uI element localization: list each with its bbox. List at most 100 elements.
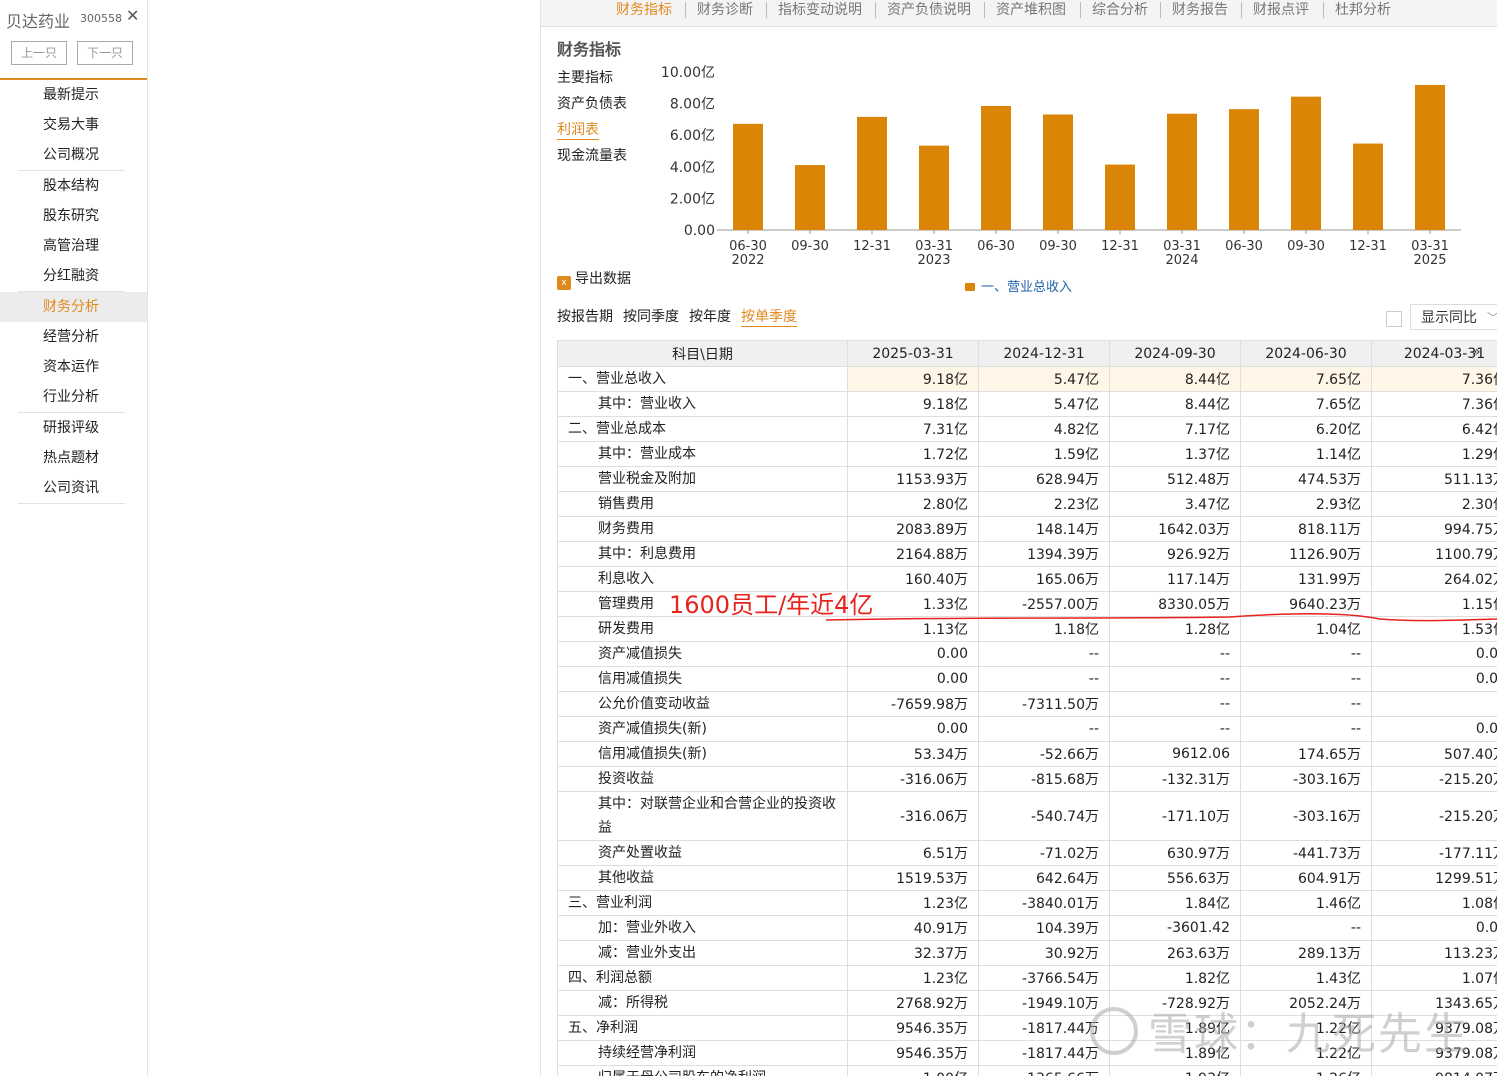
period-tab[interactable]: 按单季度 — [741, 306, 797, 327]
tab[interactable]: 指标变动说明 — [778, 0, 862, 20]
statement-link[interactable]: 利润表 — [557, 119, 599, 140]
table-row[interactable]: 二、营业总成本7.31亿4.82亿7.17亿6.20亿6.42亿 — [557, 416, 1497, 442]
y-tick-label: 4.00亿 — [670, 160, 715, 176]
more-columns-icon[interactable]: » — [1472, 344, 1481, 360]
cell-value: 630.97万 — [1109, 840, 1241, 866]
sidebar-item[interactable]: 公司资讯 — [0, 473, 147, 503]
cell-value: -316.06万 — [847, 791, 979, 841]
tab[interactable]: 综合分析 — [1092, 0, 1148, 20]
header-date[interactable]: 2024-12-31 — [978, 340, 1110, 367]
sidebar-item[interactable]: 分红融资 — [0, 261, 147, 291]
cell-value: 1.59亿 — [978, 441, 1110, 467]
tab[interactable]: 资产堆积图 — [996, 0, 1066, 20]
cell-value: 7.36亿 — [1371, 366, 1497, 392]
cell-value: -815.68万 — [978, 766, 1110, 792]
yoy-checkbox[interactable] — [1386, 311, 1402, 327]
export-data-button[interactable]: x 导出数据 — [557, 268, 631, 290]
watermark: 雪球：九死先生 — [1090, 998, 1470, 1062]
close-icon[interactable]: ✕ — [126, 6, 139, 25]
period-tab[interactable]: 按年度 — [689, 306, 731, 326]
sidebar: 贝达药业 300558 ✕ 上一只 下一只 最新提示 交易大事 公司概况 股本结构 股东… — [0, 0, 148, 1076]
table-row[interactable]: 营业税金及附加 1153.93万 628.94万 512.48万 474.53万 511.… — [557, 466, 1497, 492]
bar — [733, 123, 763, 230]
row-label: 其中：营业收入 — [557, 391, 848, 417]
cell-value: 1.43亿 — [1240, 965, 1372, 991]
sidebar-item[interactable]: 财务分析 — [0, 292, 147, 322]
table-row[interactable]: 归属于母公司股东的净利润1.00亿-1365.66万1.93亿1.26亿9814… — [557, 1065, 1497, 1076]
tab[interactable]: 资产负债说明 — [887, 0, 971, 20]
tab[interactable]: 财报点评 — [1253, 0, 1309, 20]
cell-value: 104.39万 — [978, 915, 1110, 941]
header-date[interactable]: 2025-03-31 — [847, 340, 979, 367]
table-row[interactable]: 销售费用2.80亿2.23亿3.47亿2.93亿2.30亿 — [557, 491, 1497, 517]
tab-separator — [1323, 2, 1324, 18]
header-date[interactable]: 2024-06-30 — [1240, 340, 1372, 367]
x-tick-label: 12-31 — [1349, 239, 1387, 254]
table-row[interactable]: 资产处置收益 6.51万 -71.02万 630.97万 -441.73万 -177.11… — [557, 840, 1497, 866]
tab[interactable]: 财务诊断 — [697, 0, 753, 20]
table-row[interactable]: 信用减值损失(新) 53.34万 -52.66万 9612.06 174.65万 507.… — [557, 741, 1497, 767]
row-label: 研发费用 — [557, 616, 848, 642]
sidebar-item[interactable]: 高管治理 — [0, 231, 147, 261]
sidebar-item[interactable]: 研报评级 — [0, 413, 147, 443]
sidebar-item[interactable]: 最新提示 — [0, 80, 147, 110]
period-tab[interactable]: 按同季度 — [623, 306, 679, 326]
cell-value: 7.36亿 — [1371, 391, 1497, 417]
header-date[interactable]: 2024-09-30 — [1109, 340, 1241, 367]
table-row[interactable]: 三、营业利润1.23亿-3840.01万1.84亿1.46亿1.08亿 — [557, 890, 1497, 916]
cell-value: -- — [1109, 716, 1241, 742]
tab[interactable]: 杜邦分析 — [1335, 0, 1391, 20]
table-row[interactable]: 其中：营业收入9.18亿5.47亿8.44亿7.65亿7.36亿 — [557, 391, 1497, 417]
sidebar-item[interactable]: 资本运作 — [0, 352, 147, 382]
table-row[interactable]: 其中：对联营企业和合营企业的投资收益 -316.06万 -540.74万 -171.1… — [557, 791, 1497, 841]
sidebar-item[interactable]: 公司概况 — [0, 140, 147, 170]
legend-label: 一、营业总收入 — [981, 280, 1072, 295]
table-row[interactable]: 财务费用 2083.89万 148.14万 1642.03万 818.11万 994.75… — [557, 516, 1497, 542]
cell-value: -303.16万 — [1240, 791, 1372, 841]
sidebar-item[interactable]: 行业分析 — [0, 382, 147, 412]
table-row[interactable]: 研发费用1.13亿1.18亿1.28亿1.04亿1.53亿 — [557, 616, 1497, 642]
table-row[interactable]: 其他收益 1519.53万 642.64万 556.63万 604.91万 1299.51… — [557, 865, 1497, 891]
cell-value: 512.48万 — [1109, 466, 1241, 492]
prev-stock-button[interactable]: 上一只 — [11, 41, 67, 65]
table-row[interactable]: 公允价值变动收益-7659.98万-7311.50万------ — [557, 691, 1497, 717]
table-row[interactable]: 加：营业外收入40.91万104.39万-3601.42--0.00 — [557, 915, 1497, 941]
sidebar-item[interactable]: 交易大事 — [0, 110, 147, 140]
period-tab[interactable]: 按报告期 — [557, 306, 613, 326]
table-row[interactable]: 投资收益 -316.06万 -815.68万 -132.31万 -303.16万 -215… — [557, 766, 1497, 792]
cell-value: 9546.35万 — [847, 1040, 979, 1066]
row-label: 减：所得税 — [557, 990, 848, 1016]
x-tick-year: 2024 — [1165, 253, 1198, 268]
row-label: 持续经营净利润 — [557, 1040, 848, 1066]
row-label: 四、利润总额 — [557, 965, 848, 991]
table-row[interactable]: 其中：营业成本1.72亿1.59亿1.37亿1.14亿1.29亿 — [557, 441, 1497, 467]
table-row[interactable]: 一、营业总收入9.18亿5.47亿8.44亿7.65亿7.36亿 — [557, 366, 1497, 392]
cell-value: 9546.35万 — [847, 1015, 979, 1041]
cell-value: 289.13万 — [1240, 940, 1372, 966]
table-row[interactable]: 资产减值损失0.00------0.00 — [557, 641, 1497, 667]
tab[interactable]: 财务指标 — [616, 0, 672, 20]
x-tick-label: 06-30 — [1225, 239, 1263, 254]
cell-value: -- — [978, 641, 1110, 667]
next-stock-button[interactable]: 下一只 — [77, 41, 133, 65]
sidebar-item[interactable]: 股本结构 — [0, 171, 147, 201]
statement-link[interactable]: 主要指标 — [557, 67, 613, 87]
cell-value: 1.15亿 — [1371, 591, 1497, 617]
tab[interactable]: 财务报告 — [1172, 0, 1228, 20]
sidebar-item[interactable]: 经营分析 — [0, 322, 147, 352]
bar — [919, 145, 949, 230]
table-row[interactable]: 资产减值损失(新)0.00------0.00 — [557, 716, 1497, 742]
table-row[interactable]: 信用减值损失0.00------0.00 — [557, 666, 1497, 692]
yoy-select[interactable]: 显示同比 ﹀ — [1410, 304, 1497, 330]
sidebar-item[interactable]: 股东研究 — [0, 201, 147, 231]
table-row[interactable]: 减：营业外支出32.37万30.92万263.63万289.13万113.23万 — [557, 940, 1497, 966]
cell-value: 9.18亿 — [847, 391, 979, 417]
tab-separator — [1241, 2, 1242, 18]
cell-value: 0.00 — [847, 716, 979, 742]
table-row[interactable]: 四、利润总额1.23亿-3766.54万1.82亿1.43亿1.07亿 — [557, 965, 1497, 991]
statement-link[interactable]: 现金流量表 — [557, 145, 627, 165]
cell-value: -215.20万 — [1371, 766, 1497, 792]
statement-link[interactable]: 资产负债表 — [557, 93, 627, 113]
sidebar-item[interactable]: 热点题材 — [0, 443, 147, 473]
table-row[interactable]: 其中：利息费用 2164.88万 1394.39万 926.92万 1126.90万 11… — [557, 541, 1497, 567]
